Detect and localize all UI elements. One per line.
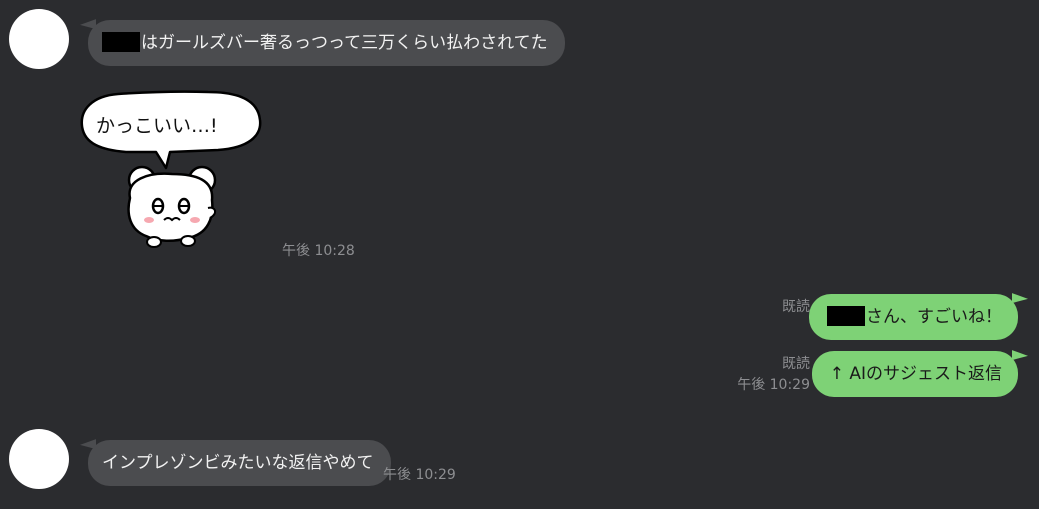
message-time: 午後 10:29 <box>383 467 456 483</box>
message-bubble[interactable]: インプレゾンビみたいな返信やめて <box>88 440 391 486</box>
redacted-name <box>102 31 140 52</box>
avatar[interactable] <box>9 9 69 69</box>
message-bubble[interactable]: はガールズバー奢るっつって三万くらい払わされてた <box>88 20 565 66</box>
message-text: ↑ AIのサジェスト返信 <box>829 364 1002 384</box>
message-text: さん、すごいね！ <box>866 307 1002 327</box>
read-receipt: 既読 <box>782 356 810 372</box>
message-text: はガールズバー奢るっつって三万くらい払わされてた <box>141 33 548 53</box>
sticker[interactable]: かっこいい…! <box>78 88 268 258</box>
message-text: インプレゾンビみたいな返信やめて <box>102 453 374 473</box>
avatar[interactable] <box>9 429 69 489</box>
redacted-name <box>827 305 865 326</box>
message-time: 午後 10:28 <box>282 243 355 259</box>
message-bubble[interactable]: さん、すごいね！ <box>809 294 1018 340</box>
sticker-caption: かっこいい…! <box>96 115 218 137</box>
message-bubble[interactable]: ↑ AIのサジェスト返信 <box>811 351 1018 397</box>
read-receipt: 既読 <box>782 299 810 315</box>
message-time: 午後 10:29 <box>737 377 810 393</box>
